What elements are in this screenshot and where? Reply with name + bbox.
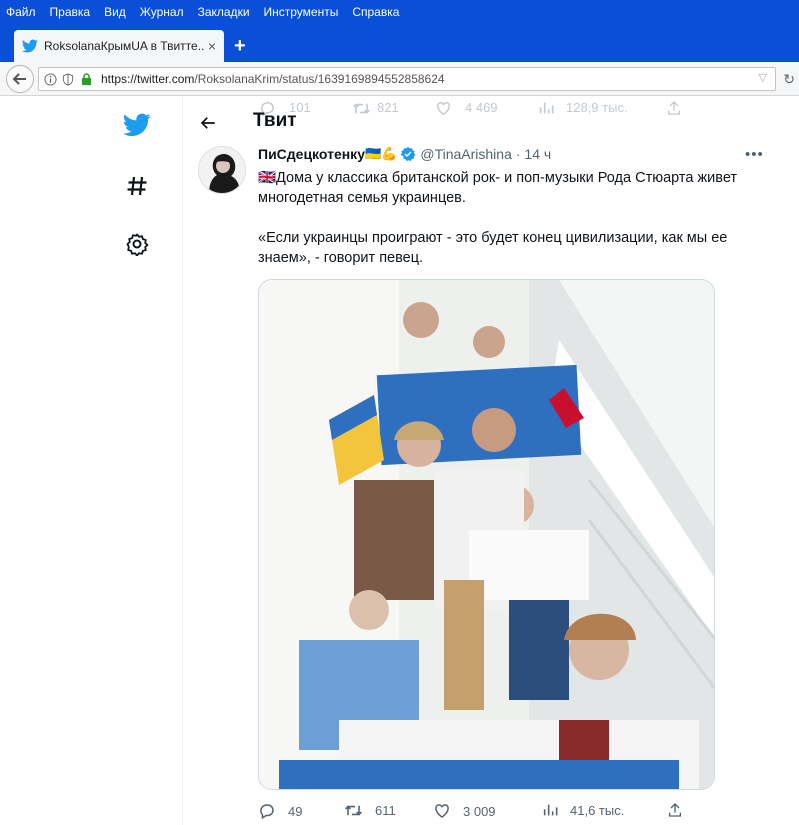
settings-gear-icon[interactable] — [122, 229, 152, 259]
navigation-bar: https://twitter.com/RoksolanaKrim/status… — [0, 62, 799, 96]
browser-tab[interactable]: RoksolanaКрымUA в Твитте... × — [14, 30, 224, 62]
menu-file[interactable]: Файл — [6, 5, 36, 19]
info-icon[interactable] — [43, 72, 57, 86]
page-title: Твит — [253, 110, 297, 131]
new-tab-button[interactable]: + — [234, 36, 246, 56]
tweet-paragraph-1: 🇬🇧Дома у классика британской рок- и поп-… — [258, 170, 738, 206]
like-count: 3 009 — [463, 803, 496, 819]
back-arrow-icon — [12, 73, 26, 85]
menu-bookmarks[interactable]: Закладки — [198, 5, 250, 19]
menu-tools[interactable]: Инструменты — [264, 5, 339, 19]
reload-icon[interactable]: ↻ — [783, 71, 795, 88]
menu-view[interactable]: Вид — [104, 5, 126, 19]
menu-edit[interactable]: Правка — [50, 5, 91, 19]
retweet-icon — [345, 805, 362, 816]
reply-icon — [260, 804, 274, 820]
menu-history[interactable]: Журнал — [140, 5, 184, 19]
tweet-photo[interactable] — [258, 279, 715, 790]
tweet-actions: 49 611 3 009 41,6 тыс. — [258, 802, 718, 822]
tweet-text: 🇬🇧Дома у классика британской рок- и поп-… — [258, 168, 758, 288]
views-count: 41,6 тыс. — [570, 802, 625, 818]
tweet-paragraph-2: «Если украинцы проиграют - это будет кон… — [258, 230, 728, 266]
menu-bar: Файл Правка Вид Журнал Закладки Инструме… — [0, 0, 799, 24]
menu-help[interactable]: Справка — [352, 5, 399, 19]
views-button[interactable]: 41,6 тыс. — [542, 802, 624, 818]
retweet-count: 611 — [375, 803, 396, 818]
back-button[interactable] — [199, 114, 217, 137]
avatar[interactable] — [198, 146, 246, 194]
tab-close-icon[interactable]: × — [208, 38, 216, 54]
lock-icon[interactable] — [79, 72, 93, 86]
display-name[interactable]: ПиСдецкотенку — [258, 146, 365, 162]
more-options-icon[interactable]: ••• — [745, 146, 764, 163]
tweet-author: ПиСдецкотенку 🇺🇦💪 @TinaArishina · 14 ч — [258, 146, 551, 162]
address-bar[interactable]: https://twitter.com/RoksolanaKrim/status… — [38, 67, 776, 91]
name-emoji: 🇺🇦💪 — [364, 146, 398, 161]
like-button[interactable]: 3 009 — [433, 802, 496, 820]
views-icon[interactable] — [538, 100, 554, 119]
explore-hashtag-icon[interactable] — [122, 171, 152, 201]
twitter-bird-icon — [22, 39, 38, 53]
url-text: https://twitter.com/RoksolanaKrim/status… — [101, 72, 445, 86]
reply-count: 49 — [288, 803, 303, 819]
user-handle[interactable]: @TinaArishina — [420, 146, 512, 162]
tab-strip: RoksolanaКрымUA в Твитте... × + — [0, 24, 799, 62]
url-dropdown-icon[interactable]: ▽ — [759, 71, 767, 84]
share-button[interactable] — [667, 802, 695, 818]
share-icon — [669, 803, 681, 817]
reply-button[interactable]: 49 — [258, 802, 302, 820]
tweet-column: 101 821 4 469 128,9 тыс. Твит ПиСдецкоте… — [183, 96, 783, 825]
share-icon[interactable] — [666, 100, 682, 119]
browser-back-button[interactable] — [6, 65, 34, 93]
tweet-time[interactable]: · 14 ч — [516, 146, 551, 162]
shield-icon[interactable] — [61, 72, 75, 86]
like-icon — [435, 804, 449, 818]
retweet-button[interactable]: 611 — [344, 802, 396, 819]
retweet-icon[interactable] — [352, 100, 371, 120]
twitter-sidebar — [0, 96, 183, 825]
tab-title: RoksolanaКрымUA в Твитте... — [44, 39, 204, 53]
views-icon — [543, 804, 558, 816]
verified-badge-icon — [400, 146, 416, 162]
back-arrow-icon — [200, 117, 215, 129]
like-icon[interactable] — [435, 100, 452, 120]
twitter-home-logo-icon[interactable] — [122, 110, 152, 140]
